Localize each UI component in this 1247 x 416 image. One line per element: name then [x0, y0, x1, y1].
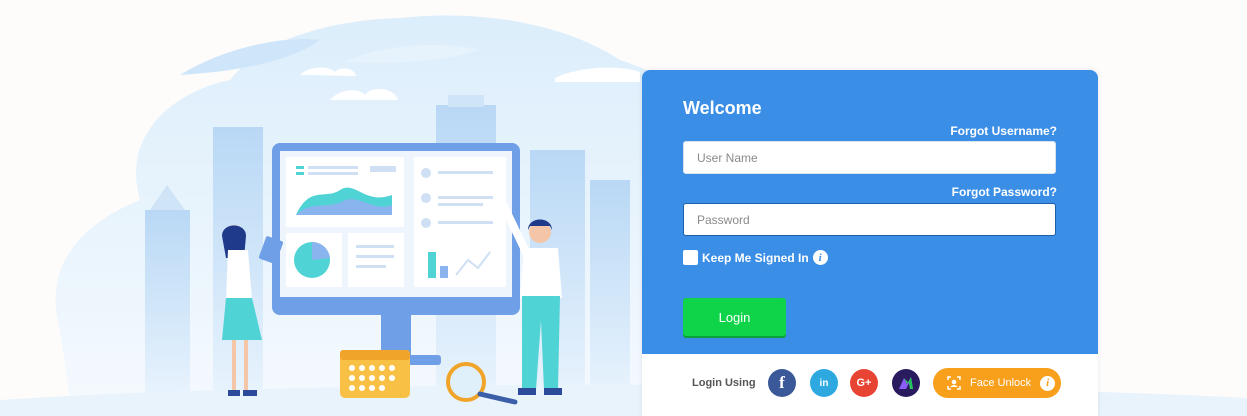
keep-signed-in-checkbox[interactable] [683, 250, 698, 265]
face-scan-icon [947, 376, 961, 390]
linkedin-login-button[interactable]: in [810, 369, 838, 397]
face-unlock-button[interactable]: Face Unlock i [933, 368, 1061, 398]
provider-logo-icon [899, 377, 913, 389]
password-input[interactable] [683, 203, 1056, 236]
social-login-bar: Login Using f in G+ Face Unlock i [642, 354, 1098, 416]
facebook-login-button[interactable]: f [768, 369, 796, 397]
facebook-icon: f [779, 373, 785, 392]
keep-signed-in-row: Keep Me Signed In i [683, 250, 828, 265]
info-icon[interactable]: i [812, 250, 828, 265]
welcome-heading: Welcome [683, 98, 762, 118]
other-provider-login-button[interactable] [892, 369, 920, 397]
login-page: Welcome Forgot Username? Forgot Password… [0, 0, 1247, 416]
google-plus-icon: G+ [856, 377, 872, 389]
login-form: Welcome Forgot Username? Forgot Password… [642, 70, 1098, 354]
keep-signed-in-label[interactable]: Keep Me Signed In [702, 251, 809, 265]
login-button[interactable]: Login [683, 298, 786, 336]
login-using-label: Login Using [692, 377, 756, 389]
google-login-button[interactable]: G+ [850, 369, 878, 397]
forgot-password-link[interactable]: Forgot Password? [952, 185, 1057, 199]
forgot-username-link[interactable]: Forgot Username? [950, 124, 1057, 138]
face-unlock-info-icon[interactable]: i [1040, 375, 1056, 391]
face-unlock-label: Face Unlock [970, 377, 1032, 389]
login-card: Welcome Forgot Username? Forgot Password… [642, 70, 1098, 416]
username-input[interactable] [683, 141, 1056, 174]
linkedin-icon: in [819, 377, 829, 389]
